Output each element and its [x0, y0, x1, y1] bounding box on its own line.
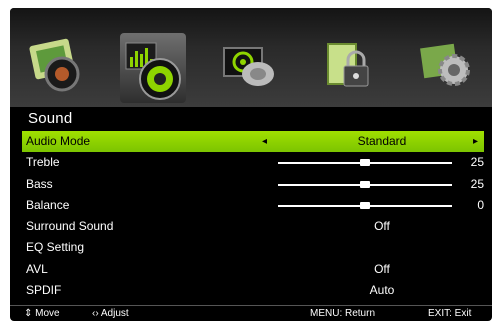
exit-hint: EXIT: Exit [428, 308, 472, 319]
treble-slider-thumb[interactable] [360, 159, 370, 167]
balance-slider-thumb[interactable] [360, 201, 370, 209]
setup-icon[interactable] [416, 38, 478, 94]
balance-row[interactable]: Balance 0 [22, 195, 484, 216]
bass-slider-thumb[interactable] [360, 180, 370, 188]
move-hint: ⇕ Move [24, 308, 60, 319]
bass-label: Bass [26, 176, 53, 191]
avl-label: AVL [26, 261, 48, 276]
audio-mode-value: Standard [357, 134, 407, 148]
treble-label: Treble [26, 155, 60, 170]
eq-setting-label: EQ Setting [26, 240, 85, 255]
eq-setting-row[interactable]: EQ Setting [22, 237, 484, 258]
audio-mode-label: Audio Mode [26, 134, 91, 148]
tv-osd-screen: Sound Audio Mode ◂ Standard ▸ Treble 25 … [10, 8, 492, 321]
treble-value: 25 [470, 155, 484, 170]
balance-value: 0 [477, 197, 484, 212]
spdif-value: Auto [369, 283, 395, 298]
lock-icon[interactable] [320, 38, 382, 94]
surround-sound-row[interactable]: Surround Sound Off [22, 216, 484, 237]
menu-icon-bar [10, 8, 492, 107]
spdif-row[interactable]: SPDIF Auto [22, 280, 484, 301]
avl-row[interactable]: AVL Off [22, 259, 484, 280]
help-bar: ⇕ Move ‹› Adjust MENU: Return EXIT: Exit [10, 305, 492, 321]
audio-mode-row[interactable]: Audio Mode ◂ Standard ▸ [22, 131, 484, 153]
arrow-left-icon[interactable]: ◂ [262, 131, 267, 152]
spdif-label: SPDIF [26, 283, 62, 298]
avl-value: Off [374, 261, 390, 276]
bass-value: 25 [470, 176, 484, 191]
menu-return-hint: MENU: Return [310, 308, 376, 319]
bass-row[interactable]: Bass 25 [22, 174, 484, 195]
channel-icon[interactable] [218, 38, 280, 94]
surround-sound-label: Surround Sound [26, 219, 114, 234]
sound-settings-list: Audio Mode ◂ Standard ▸ Treble 25 Bass 2… [22, 131, 484, 301]
balance-label: Balance [26, 197, 70, 212]
sound-icon[interactable] [120, 33, 186, 103]
adjust-hint: ‹› Adjust [92, 308, 129, 319]
section-title: Sound [28, 110, 73, 127]
surround-sound-value: Off [374, 219, 390, 234]
treble-row[interactable]: Treble 25 [22, 152, 484, 173]
picture-icon[interactable] [26, 38, 88, 94]
arrow-right-icon[interactable]: ▸ [473, 131, 478, 152]
